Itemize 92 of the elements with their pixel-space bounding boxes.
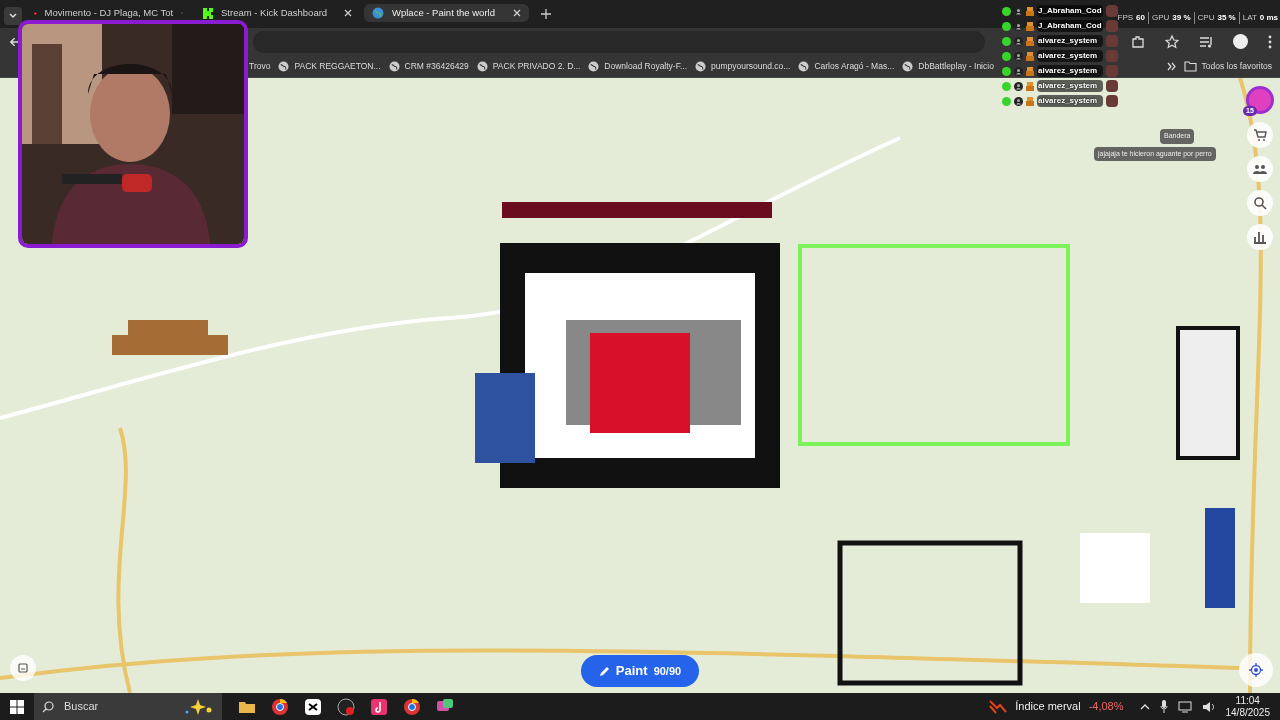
bookmarks-folder[interactable]: Todos los favoritos bbox=[1183, 59, 1272, 73]
bookmark[interactable]: DbBattleplay - Inicio bbox=[902, 59, 994, 73]
chevron-up-icon[interactable] bbox=[1139, 702, 1150, 711]
bookmark[interactable]: pumpyoursound.co... bbox=[695, 59, 791, 73]
stock-down-icon bbox=[989, 699, 1008, 714]
bookmark[interactable]: Trovo bbox=[249, 59, 271, 73]
emote-icon bbox=[1106, 5, 1118, 17]
chat-username: alvarez_system bbox=[1037, 50, 1103, 62]
browser-tab[interactable]: Stream - Kick Dashboard bbox=[195, 4, 360, 22]
chevron-icon[interactable] bbox=[1166, 61, 1176, 71]
user-icon bbox=[1014, 6, 1023, 16]
globe-icon bbox=[278, 60, 290, 72]
bookmark[interactable]: Carlos Aragó - Mas... bbox=[798, 59, 895, 73]
stat-label: GPU bbox=[1152, 12, 1170, 24]
badge-icon bbox=[1026, 96, 1034, 106]
bookmark[interactable]: PACK REGGAETON... bbox=[278, 59, 381, 73]
globe-icon bbox=[372, 7, 384, 19]
chart-icon bbox=[1253, 230, 1267, 244]
stat-label: CPU bbox=[1197, 12, 1215, 24]
chat-username: alvarez_system bbox=[1037, 65, 1103, 77]
new-tab-icon[interactable] bbox=[541, 9, 551, 19]
user-icon bbox=[1014, 96, 1023, 106]
stat-value: 35 % bbox=[1217, 12, 1236, 24]
windows-icon[interactable] bbox=[10, 699, 24, 714]
panel-icon bbox=[18, 663, 28, 673]
globe-icon bbox=[798, 60, 810, 72]
badge-icon bbox=[1026, 6, 1034, 16]
chat-username: J_Abraham_Cod bbox=[1037, 20, 1103, 32]
bookmark[interactable]: PACK PRIVADO 2. D... bbox=[476, 59, 581, 73]
tiktok-icon[interactable] bbox=[370, 697, 388, 716]
widget-label: Índice merval bbox=[1015, 699, 1081, 715]
paint-button[interactable]: Paint 90/90 bbox=[581, 655, 699, 687]
clock-time[interactable]: 11:04 bbox=[1235, 694, 1260, 707]
browser-tab[interactable]: Wplace - Paint the world bbox=[364, 4, 529, 22]
stat-value: 0 ms bbox=[1259, 12, 1278, 24]
search-field[interactable]: Buscar bbox=[34, 693, 222, 720]
chat-username: alvarez_system bbox=[1037, 95, 1103, 107]
stat-value: 39 % bbox=[1172, 12, 1191, 24]
globe-icon bbox=[695, 60, 707, 72]
emote-icon bbox=[1106, 95, 1118, 107]
favorites-icon[interactable] bbox=[1165, 34, 1179, 49]
chevron-down-icon bbox=[8, 11, 18, 21]
badge-icon bbox=[1026, 51, 1034, 61]
emote-icon bbox=[1106, 35, 1118, 47]
k-logo-icon bbox=[203, 7, 213, 19]
bookmark[interactable]: Download Royalty-F... bbox=[588, 59, 688, 73]
microphone-icon[interactable] bbox=[1159, 700, 1168, 713]
emote-icon bbox=[1106, 20, 1118, 32]
menu-icon[interactable] bbox=[1268, 34, 1272, 49]
browser-tab[interactable]: Movimento - DJ Plaga, MC Tot bbox=[26, 4, 191, 22]
browser-icon[interactable] bbox=[403, 697, 421, 716]
globe-icon bbox=[388, 60, 400, 72]
chat-username: J_Abraham_Cod bbox=[1037, 5, 1103, 17]
badge-icon bbox=[1026, 21, 1034, 31]
widget-value: -4,08% bbox=[1088, 699, 1124, 715]
folder-icon bbox=[1183, 60, 1197, 72]
emote-icon bbox=[1106, 65, 1118, 77]
browser-icon[interactable] bbox=[271, 697, 289, 716]
globe-icon bbox=[902, 60, 914, 72]
locate-icon bbox=[1249, 663, 1263, 677]
search-icon bbox=[1253, 196, 1267, 210]
user-icon bbox=[1014, 36, 1023, 46]
emote-icon bbox=[1106, 80, 1118, 92]
user-icon bbox=[1014, 81, 1023, 91]
stat-label: LAT bbox=[1242, 12, 1257, 24]
globe-icon bbox=[588, 60, 600, 72]
user-icon bbox=[1014, 66, 1023, 76]
cart-icon bbox=[1253, 128, 1267, 142]
chat-username: alvarez_system bbox=[1037, 35, 1103, 47]
user-icon bbox=[1014, 51, 1023, 61]
sparkle-icon bbox=[184, 698, 214, 715]
globe-icon bbox=[476, 60, 488, 72]
extensions-icon[interactable] bbox=[1131, 34, 1145, 49]
editor-icon[interactable] bbox=[304, 697, 322, 716]
badge-icon bbox=[1026, 66, 1034, 76]
badge-icon bbox=[1026, 81, 1034, 91]
tab-list-button[interactable] bbox=[4, 7, 22, 25]
profile-avatar[interactable] bbox=[1233, 34, 1248, 49]
search-icon bbox=[42, 700, 54, 713]
obs-icon[interactable] bbox=[337, 697, 355, 716]
media-icon[interactable] bbox=[1199, 34, 1213, 49]
bookmark[interactable]: CRM #36426429 bbox=[388, 59, 469, 73]
network-icon[interactable] bbox=[1177, 700, 1192, 713]
stat-value: 60 bbox=[1136, 12, 1145, 24]
emote-icon bbox=[1106, 50, 1118, 62]
clock-date[interactable]: 14/8/2025 bbox=[1225, 706, 1270, 719]
badge-icon bbox=[1026, 36, 1034, 46]
chat-username: alvarez_system bbox=[1037, 80, 1103, 92]
pencil-icon bbox=[598, 665, 610, 677]
stat-label: FPS bbox=[1117, 12, 1134, 24]
people-icon bbox=[1253, 162, 1267, 176]
speaker-icon[interactable] bbox=[1201, 700, 1216, 713]
